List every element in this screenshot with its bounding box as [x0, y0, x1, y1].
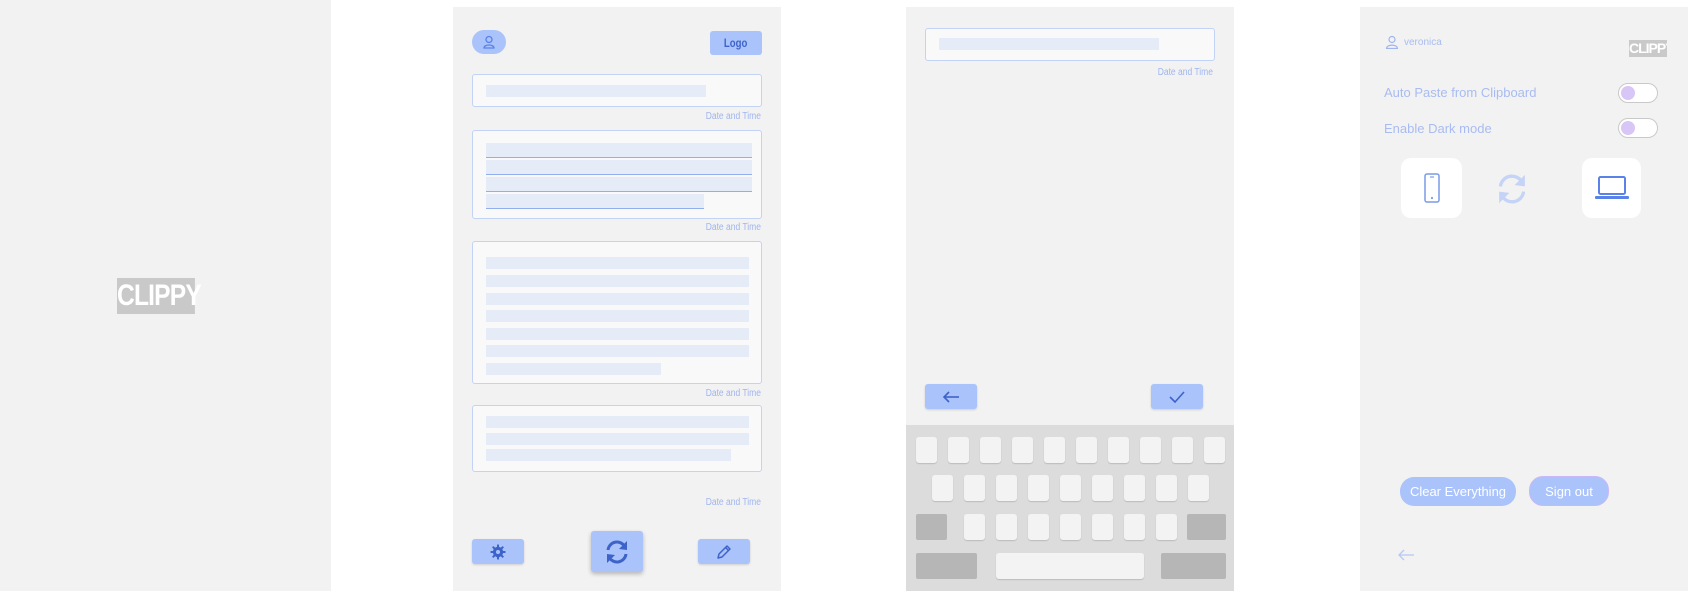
key[interactable]	[964, 475, 985, 501]
clip-timestamp: Date and Time	[705, 497, 761, 508]
key[interactable]	[932, 475, 953, 501]
sign-out-button[interactable]: Sign out	[1529, 476, 1609, 506]
back-button[interactable]	[925, 384, 977, 409]
key[interactable]	[1092, 514, 1113, 540]
edit-screen: Date and Time	[906, 7, 1234, 591]
key[interactable]	[1060, 514, 1081, 540]
toggle-knob	[1621, 86, 1635, 100]
auto-paste-toggle[interactable]	[1618, 83, 1658, 103]
clip-timestamp: Date and Time	[1157, 67, 1213, 78]
username: veronica	[1404, 36, 1442, 48]
laptop-device-card[interactable]	[1582, 158, 1641, 218]
confirm-button[interactable]	[1151, 384, 1203, 409]
dark-mode-label: Enable Dark mode	[1384, 121, 1492, 136]
key[interactable]	[948, 437, 969, 463]
clip-timestamp: Date and Time	[705, 388, 761, 399]
key[interactable]	[996, 475, 1017, 501]
key[interactable]	[1060, 475, 1081, 501]
clip-card[interactable]	[472, 241, 762, 384]
key[interactable]	[916, 437, 937, 463]
user-icon	[483, 35, 495, 49]
check-icon	[1169, 390, 1185, 403]
key[interactable]	[1188, 475, 1209, 501]
space-key[interactable]	[996, 553, 1144, 579]
key[interactable]	[980, 437, 1001, 463]
settings-button[interactable]	[472, 539, 524, 564]
gear-icon	[490, 544, 506, 559]
user-info: veronica	[1385, 35, 1442, 49]
numbers-key[interactable]	[916, 553, 977, 579]
profile-button[interactable]	[472, 30, 506, 54]
clip-input[interactable]	[925, 28, 1215, 61]
key[interactable]	[1172, 437, 1193, 463]
clip-card[interactable]	[472, 74, 762, 107]
dark-mode-toggle[interactable]	[1618, 118, 1658, 138]
sync-button[interactable]	[591, 531, 643, 572]
arrow-left-icon	[942, 390, 959, 403]
user-icon	[1385, 35, 1399, 49]
app-logo: CLIPPY	[1629, 40, 1667, 57]
logo-button[interactable]: Logo	[710, 31, 762, 55]
back-button[interactable]	[1397, 548, 1417, 562]
clear-everything-button[interactable]: Clear Everything	[1400, 477, 1516, 506]
arrow-left-icon	[1398, 549, 1414, 561]
key[interactable]	[996, 514, 1017, 540]
key[interactable]	[1140, 437, 1161, 463]
clip-timestamp: Date and Time	[705, 222, 761, 233]
key[interactable]	[1012, 437, 1033, 463]
clip-card[interactable]	[472, 130, 762, 219]
shift-key[interactable]	[916, 514, 947, 540]
sync-icon	[1498, 174, 1526, 204]
phone-icon	[1423, 173, 1440, 203]
clip-timestamp: Date and Time	[705, 111, 761, 122]
edit-button[interactable]	[698, 539, 750, 564]
pencil-icon	[717, 544, 731, 559]
key[interactable]	[1204, 437, 1225, 463]
key[interactable]	[964, 514, 985, 540]
toggle-knob	[1621, 121, 1635, 135]
home-screen: Logo Date and Time Date and Time Date an…	[453, 7, 781, 591]
key[interactable]	[1108, 437, 1129, 463]
splash-screen: CLIPPY	[0, 0, 331, 591]
sync-icon	[606, 540, 628, 563]
return-key[interactable]	[1161, 553, 1226, 579]
sync-status	[1493, 170, 1531, 208]
logo-label: Logo	[724, 36, 748, 50]
laptop-icon	[1594, 176, 1629, 199]
key[interactable]	[1124, 514, 1145, 540]
keyboard	[906, 425, 1234, 591]
key[interactable]	[1028, 514, 1049, 540]
settings-screen: veronica CLIPPY Auto Paste from Clipboar…	[1360, 7, 1688, 591]
auto-paste-label: Auto Paste from Clipboard	[1384, 85, 1537, 100]
key[interactable]	[1092, 475, 1113, 501]
key[interactable]	[1028, 475, 1049, 501]
key[interactable]	[1076, 437, 1097, 463]
phone-device-card[interactable]	[1401, 158, 1462, 218]
splash-logo: CLIPPY	[117, 278, 202, 314]
key[interactable]	[1156, 514, 1177, 540]
key[interactable]	[1044, 437, 1065, 463]
key[interactable]	[1156, 475, 1177, 501]
backspace-key[interactable]	[1187, 514, 1226, 540]
clip-card[interactable]	[472, 405, 762, 472]
key[interactable]	[1124, 475, 1145, 501]
